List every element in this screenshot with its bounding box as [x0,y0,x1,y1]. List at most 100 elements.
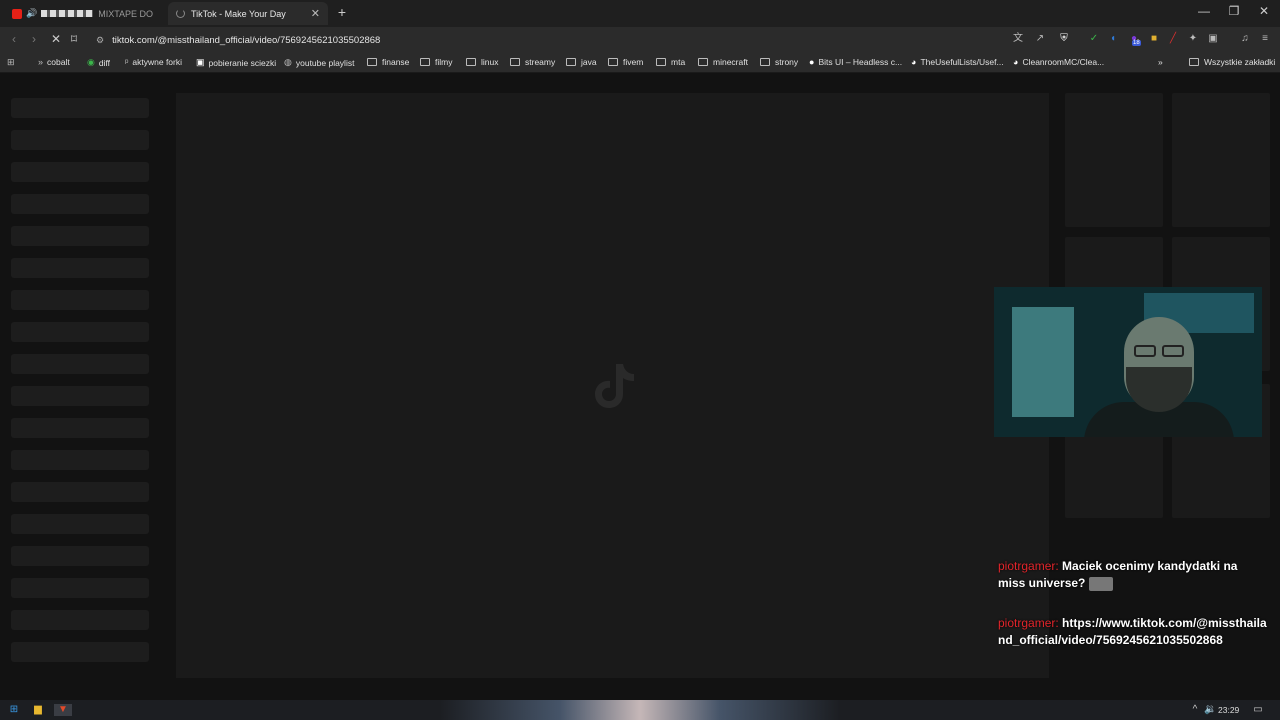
bookmark-cobalt[interactable]: » cobalt [38,57,70,67]
taskbar-clock[interactable]: 23:29 [1218,705,1239,715]
skeleton-row [11,418,149,438]
close-window-button[interactable]: ✕ [1254,4,1274,18]
folder-icon [566,58,576,66]
skeleton-row [11,194,149,214]
minimize-button[interactable]: — [1194,4,1214,18]
webcam-overlay [994,287,1262,437]
bookmark-bits-ui[interactable]: ● Bits UI – Headless c... [809,57,902,67]
skeleton-row [11,482,149,502]
taskbar-wallpaper-glow [440,700,840,720]
extensions-puzzle-icon[interactable]: ✦ [1187,33,1199,45]
folder-icon [1189,58,1199,66]
stop-loading-button[interactable]: ✕ [48,32,64,46]
bookmarks-bar: ⊞ » cobalt ◉ diff ᵖ aktywne forki ▣ pobieran… [0,53,1280,73]
circle-icon: ● [809,57,815,67]
tab-close-icon[interactable]: ✕ [311,7,320,20]
chat-message: piotrgamer: https://www.tiktok.com/@miss… [998,615,1268,649]
brave-shield-icon[interactable]: ⛨ [1058,33,1070,45]
fork-icon: ᵖ [125,57,129,67]
brave-browser-icon[interactable]: ▼ [54,704,72,716]
bookmark-strony[interactable]: strony [760,57,798,67]
youtube-favicon-icon [12,8,22,19]
bookmark-cleanroommc[interactable]: ◕ CleanroomMC/Clea... [1013,57,1104,67]
bookmarks-overflow-button[interactable]: » [1158,57,1163,67]
bookmark-fivem[interactable]: fivem [608,57,643,67]
skeleton-row [11,450,149,470]
skeleton-row [11,98,149,118]
extension-badge-count: 18 [1132,40,1141,46]
translate-icon[interactable]: 文 [1012,33,1024,45]
skeleton-row [11,162,149,182]
bookmark-aktywne-forki[interactable]: ᵖ aktywne forki [125,57,182,67]
browser-toolbar: ‹ › ✕ ⌑ ⚙ tiktok.com/@missthailand_offic… [0,27,1280,53]
extension-red-icon[interactable]: ╱ [1167,33,1179,45]
new-tab-button[interactable]: + [334,4,350,20]
skeleton-row [11,130,149,150]
green-check-icon: ▣ [196,57,205,67]
sidebar-icon[interactable]: ▣ [1207,33,1219,45]
extension-audio-icon[interactable]: ◖ [1107,33,1119,45]
tiktok-logo-icon [595,364,634,408]
apps-grid-icon[interactable]: ⊞ [7,57,19,68]
address-bar[interactable]: ⚙ tiktok.com/@missthailand_official/vide… [92,29,1082,51]
forward-button[interactable]: › [26,32,42,46]
windows-start-icon[interactable]: ⊞ [8,704,20,716]
share-icon[interactable]: ↗ [1034,33,1046,45]
skeleton-row [11,546,149,566]
bookmark-theusefullists[interactable]: ◕ TheUsefulLists/Usef... [911,57,1004,67]
bookmark-streamy[interactable]: streamy [510,57,555,67]
site-info-icon[interactable]: ⚙ [96,35,104,46]
url-text: tiktok.com/@missthailand_official/video/… [112,34,381,46]
chat-emote-icon [1088,576,1113,591]
glasses-left [1134,345,1156,357]
tab-youtube[interactable]: 🔊 MIXTAPE DO N [4,2,164,25]
bookmark-diff[interactable]: ◉ diff [87,57,110,68]
volume-icon[interactable]: 🔉 [1204,704,1216,716]
folder-icon [367,58,377,66]
folder-icon [608,58,618,66]
bookmark-icon[interactable]: ⌑ [66,32,82,46]
back-button[interactable]: ‹ [6,32,22,46]
skeleton-row [11,290,149,310]
media-controls-icon[interactable]: ♫ [1239,33,1251,45]
bookmark-mta[interactable]: mta [656,57,685,67]
webcam-window-light [1012,307,1074,417]
maximize-button[interactable]: ❐ [1224,4,1244,18]
folder-icon [698,58,708,66]
bookmark-linux[interactable]: linux [466,57,498,67]
tray-expand-icon[interactable]: ^ [1189,704,1201,716]
all-bookmarks-folder[interactable]: Wszystkie zakładki [1189,57,1275,67]
github-icon: ◕ [1013,57,1019,67]
diff-icon: ◉ [87,57,95,67]
skeleton-row [11,578,149,598]
bookmark-youtube-playlist[interactable]: ◍ youtube playlist [284,57,354,68]
video-thumbnail[interactable] [1172,93,1270,227]
chat-username: piotrgamer: [998,559,1059,573]
bookmark-filmy[interactable]: filmy [420,57,452,67]
folder-icon [656,58,666,66]
tab-strip: 🔊 MIXTAPE DO N TikTok - Make Your Day ✕ … [0,0,1280,27]
skeleton-row [11,258,149,278]
loading-spinner-icon [176,9,185,18]
globe-icon: ◍ [284,57,292,67]
speaker-icon[interactable]: 🔊 [26,8,37,19]
folder-icon [510,58,520,66]
tab-label: MIXTAPE DO N [98,8,156,19]
file-explorer-icon[interactable]: ▆ [32,704,44,716]
skeleton-row [11,514,149,534]
bookmark-java[interactable]: java [566,57,597,67]
notifications-icon[interactable]: ▭ [1252,704,1264,716]
folder-icon [760,58,770,66]
tab-tiktok[interactable]: TikTok - Make Your Day ✕ [168,2,328,25]
glasses-right [1162,345,1184,357]
extension-yellow-icon[interactable]: ■ [1148,33,1160,45]
video-thumbnail[interactable] [1065,93,1163,227]
tab-label: TikTok - Make Your Day [191,8,286,19]
extension-check-icon[interactable]: ✓ [1088,33,1100,45]
skeleton-row [11,226,149,246]
skeleton-row [11,354,149,374]
bookmark-minecraft[interactable]: minecraft [698,57,748,67]
bookmark-pobieranie-sciezki[interactable]: ▣ pobieranie sciezki [196,57,276,68]
menu-icon[interactable]: ≡ [1259,33,1271,45]
bookmark-finanse[interactable]: finanse [367,57,409,67]
